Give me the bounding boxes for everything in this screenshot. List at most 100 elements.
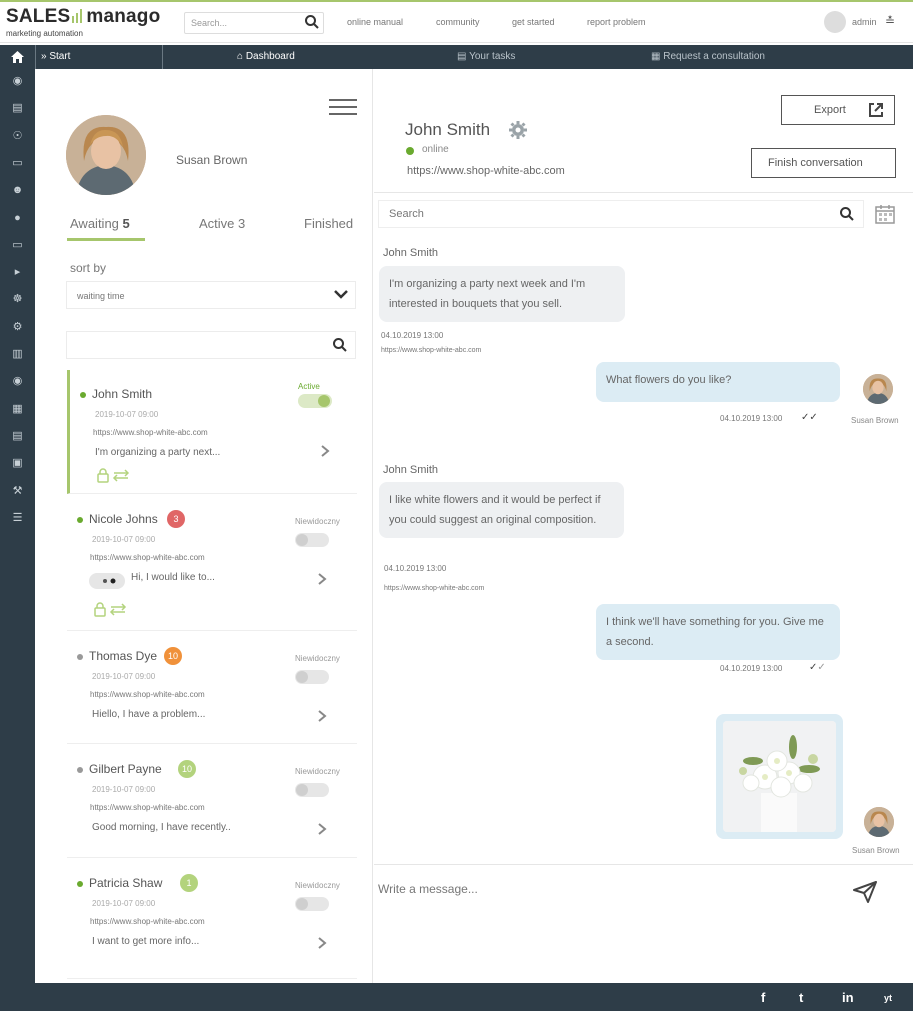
chevron-right-icon[interactable] (317, 936, 327, 950)
chevron-double-down-icon[interactable]: ≛ (885, 14, 895, 28)
tablet-icon[interactable]: ▭ (10, 157, 25, 169)
agent-name: Susan Brown (176, 153, 248, 167)
visibility-status: Niewidoczny (295, 517, 340, 526)
typing-indicator (89, 573, 125, 589)
contact-date: 2019-10-07 09:00 (92, 899, 156, 908)
presence-dot (77, 654, 83, 660)
calendar-icon[interactable] (874, 203, 896, 225)
agent-avatar-label: Susan Brown (851, 416, 899, 425)
link-community[interactable]: community (436, 17, 480, 27)
double-check-icon: ✓✓ (809, 662, 826, 673)
link-online-manual[interactable]: online manual (347, 17, 403, 27)
search-icon[interactable] (304, 14, 320, 30)
availability-toggle[interactable] (295, 897, 329, 911)
facebook-icon[interactable]: f (761, 990, 765, 1005)
menu-icon[interactable] (329, 99, 357, 115)
search-icon[interactable] (332, 337, 348, 353)
chevron-right-icon[interactable] (317, 709, 327, 723)
message-sender: John Smith (383, 247, 439, 259)
presence-dot (77, 517, 83, 523)
image-message[interactable] (716, 714, 843, 839)
contact-item[interactable]: Patricia Shaw 1 2019-10-07 09:00 https://ww… (67, 859, 357, 979)
link-report-problem[interactable]: report problem (587, 17, 646, 27)
tab-awaiting[interactable]: Awaiting 5 (70, 216, 130, 231)
agent-avatar-label: Susan Brown (852, 846, 900, 855)
calendar-icon[interactable]: ▦ (10, 403, 25, 415)
contact-item[interactable]: John Smith 2019-10-07 09:00 https://www.sh… (67, 370, 357, 494)
user-avatar[interactable] (824, 11, 846, 33)
user-plus-icon[interactable]: ☻ (10, 184, 25, 196)
message-url: https://www.shop-white-abc.com (381, 347, 482, 354)
availability-toggle[interactable] (295, 783, 329, 797)
logo-text-accent: manago (86, 6, 161, 27)
outgoing-message: I think we'll have something for you. Gi… (596, 604, 840, 660)
sort-by-label: sort by (70, 261, 107, 275)
contact-item[interactable]: Thomas Dye 10 2019-10-07 09:00 https://www.… (67, 632, 357, 744)
chevron-right-icon[interactable] (317, 572, 327, 586)
availability-toggle[interactable] (295, 533, 329, 547)
chevron-right-icon[interactable] (317, 822, 327, 836)
database-icon[interactable]: ▤ (10, 430, 25, 442)
contact-search-input[interactable] (66, 331, 356, 359)
message-timestamp: 04.10.2019 13:00 (720, 414, 783, 423)
message-input[interactable]: Write a message... (378, 882, 478, 896)
tab-finished[interactable]: Finished (304, 216, 353, 231)
message-url: https://www.shop-white-abc.com (384, 585, 485, 592)
eye-icon[interactable]: ◉ (10, 75, 25, 87)
chat-divider (374, 192, 913, 193)
unread-count-badge: 10 (178, 760, 196, 778)
wrench-icon[interactable]: ⚒ (10, 485, 25, 497)
nav-start[interactable]: » Start (41, 51, 70, 62)
contact-url: https://www.shop-white-abc.com (90, 917, 205, 926)
linkedin-icon[interactable]: in (842, 990, 854, 1005)
nav-request-consultation[interactable]: ▦ Request a consultation (651, 51, 765, 62)
home-icon[interactable] (11, 51, 24, 63)
user-name[interactable]: admin (852, 17, 877, 27)
search-icon[interactable] (839, 206, 855, 222)
chat-contact-name: John Smith (405, 120, 491, 139)
external-link-icon (869, 103, 883, 117)
megaphone-icon[interactable]: ▸ (10, 266, 25, 278)
chat-search-input[interactable]: Search (378, 200, 864, 228)
users-icon[interactable]: ☸ (10, 293, 25, 305)
youtube-icon[interactable]: yt (884, 993, 892, 1003)
contact-name: Gilbert Payne (89, 762, 162, 776)
copy-icon[interactable]: ▣ (10, 457, 25, 469)
lock-transfer-icon[interactable] (93, 601, 129, 617)
laptop-icon[interactable]: ▭ (10, 239, 25, 251)
chevron-down-icon[interactable] (333, 288, 349, 300)
chat-icon[interactable]: ● (10, 212, 25, 224)
sort-select[interactable]: waiting time (66, 281, 356, 309)
nav-separator (35, 45, 36, 69)
globe-icon[interactable]: ☉ (10, 130, 25, 142)
tab-active[interactable]: Active 3 (199, 216, 245, 231)
incoming-message: I like white flowers and it would be per… (379, 482, 624, 538)
chevron-right-icon[interactable] (320, 444, 330, 458)
contact-last-message: I want to get more info... (92, 936, 200, 947)
twitter-icon[interactable]: t (799, 990, 803, 1005)
gear-icon[interactable] (508, 120, 528, 140)
list-icon: ▤ (457, 51, 467, 62)
contact-last-message: Hiello, I have a problem... (92, 709, 206, 720)
cogs-icon[interactable]: ⚙ (10, 321, 25, 333)
contact-item[interactable]: Nicole Johns 3 2019-10-07 09:00 https://www… (67, 495, 357, 631)
tab-awaiting-count: 5 (122, 216, 130, 231)
tab-active-indicator (67, 238, 145, 241)
nav-your-tasks[interactable]: ▤ Your tasks (457, 51, 515, 62)
availability-toggle[interactable] (295, 670, 329, 684)
global-search-input[interactable]: Search... (184, 12, 324, 34)
dots-icon[interactable]: ◉ (10, 375, 25, 387)
nav-dashboard-label: Dashboard (245, 51, 295, 62)
contact-item[interactable]: Gilbert Payne 10 2019-10-07 09:00 https://w… (67, 745, 357, 858)
id-card-icon[interactable]: ▤ (10, 102, 25, 114)
incoming-message: I'm organizing a party next week and I'm… (379, 266, 625, 322)
logo[interactable]: SALES manago (6, 6, 160, 28)
availability-toggle[interactable] (298, 394, 332, 408)
sliders-icon[interactable]: ☰ (10, 512, 25, 524)
link-get-started[interactable]: get started (512, 17, 555, 27)
chart-icon[interactable]: ▥ (10, 348, 25, 360)
nav-dashboard[interactable]: ⌂ Dashboard (237, 51, 295, 62)
lock-transfer-icon[interactable] (96, 467, 132, 483)
send-icon[interactable] (852, 880, 878, 904)
finish-conversation-button[interactable]: Finish conversation (751, 148, 896, 178)
